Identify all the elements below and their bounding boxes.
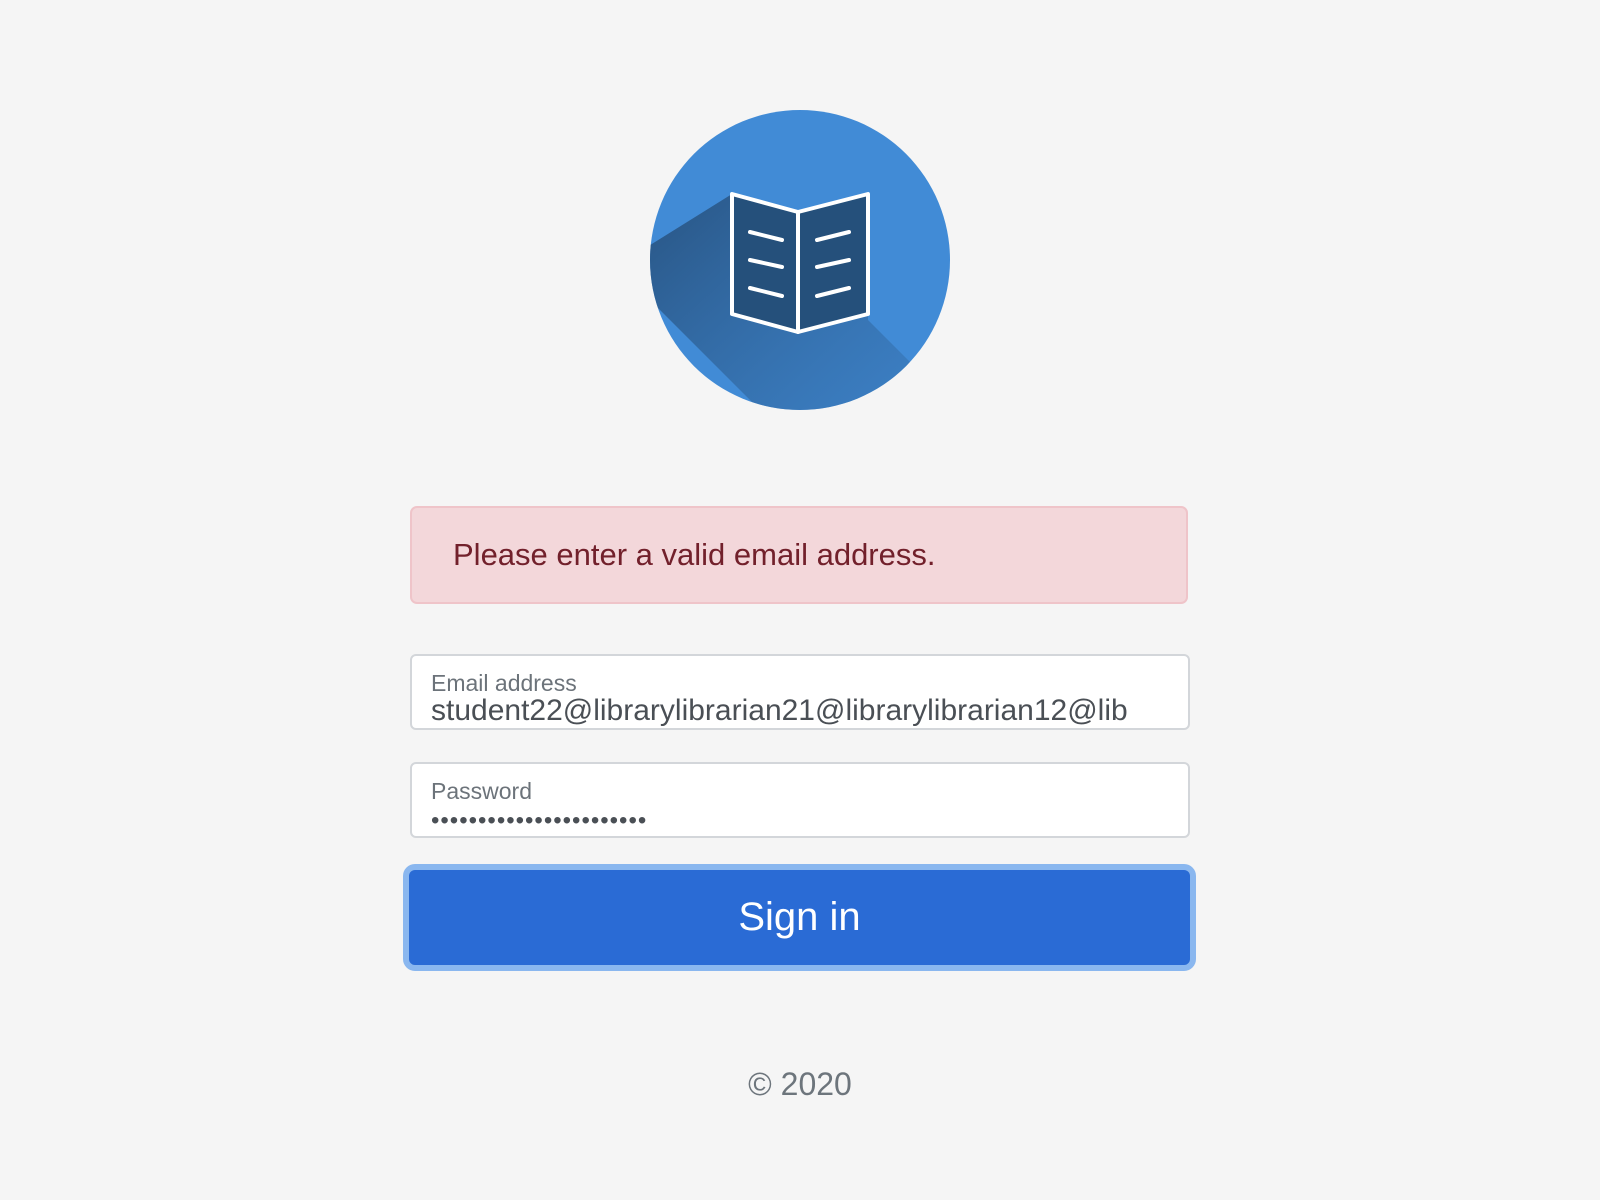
password-field[interactable]: Password ••••••••••••••••••••••• bbox=[410, 762, 1190, 838]
copyright-footer: © 2020 bbox=[748, 1066, 852, 1102]
sign-in-button[interactable]: Sign in bbox=[403, 864, 1196, 971]
email-input[interactable]: student22@librarylibrarian21@librarylibr… bbox=[431, 694, 1169, 728]
email-label: Email address bbox=[431, 670, 577, 696]
password-input[interactable]: ••••••••••••••••••••••• bbox=[431, 804, 1169, 836]
error-message: Please enter a valid email address. bbox=[453, 537, 936, 572]
error-alert: Please enter a valid email address. bbox=[410, 506, 1188, 604]
password-label: Password bbox=[431, 778, 532, 804]
open-book-icon bbox=[650, 110, 950, 410]
app-logo bbox=[650, 110, 950, 410]
email-field[interactable]: Email address student22@librarylibrarian… bbox=[410, 654, 1190, 730]
